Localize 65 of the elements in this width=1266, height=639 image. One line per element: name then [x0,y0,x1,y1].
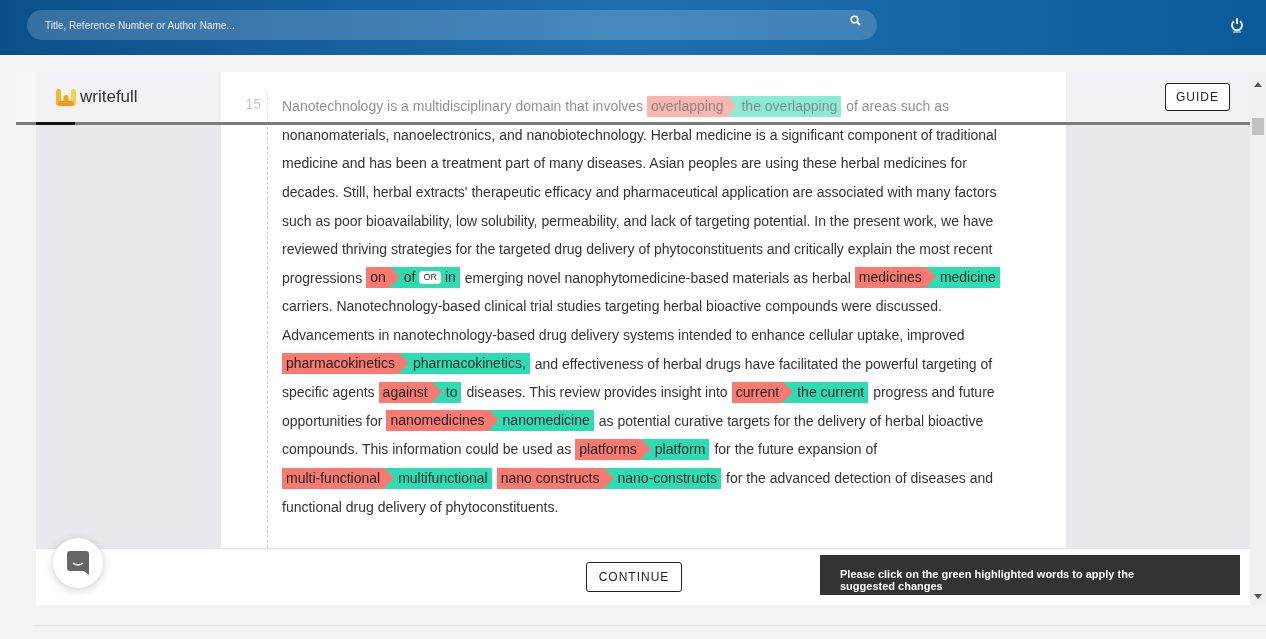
document-text: of areas such as [846,98,949,115]
arrow-icon [384,467,395,488]
document-text: and effectiveness of herbal drugs have facilitated the powerful targeting of [534,355,993,372]
original-word: overlapping [647,95,728,117]
document-text: reviewed thriving strategies for the targeted drug delivery of phytoconstituents and critically explain the most recent [282,241,993,258]
original-word: platforms [575,438,641,460]
suggested-word[interactable]: medicine [925,267,1000,289]
guide-button[interactable]: GUIDE [1165,83,1230,111]
suggested-word[interactable]: the current [783,381,869,403]
document-text: carriers. Nanotechnology-based clinical trial studies targeting herbal bioactive compounds were discussed. [282,298,942,315]
document-text: such as poor bioavailability, low solubility, permeability, and lack of targeting potential. In the present work, we have [282,212,994,229]
original-word: against [378,381,432,403]
original-word: multi-functional [282,467,385,489]
scroll-up-icon[interactable] [1254,82,1262,87]
search-icon[interactable] [850,14,861,26]
original-word: on [366,267,390,289]
arrow-icon [925,267,936,288]
original-word: pharmacokinetics [282,353,399,375]
document-text: diseases. This review provides insight into [466,384,728,401]
document-text: Advancements in nanotechnology-based drug delivery systems intended to enhance cellular uptake, improved [282,327,965,344]
arrow-icon [640,438,651,459]
suggested-word[interactable]: platform [640,438,710,460]
continue-button[interactable]: CONTINUE [585,562,683,592]
original-word: medicines [854,267,926,289]
logo-icon [56,87,76,107]
scroll-down-icon[interactable] [1254,594,1262,599]
suggested-word[interactable]: of [403,267,416,289]
document-text: progressions [282,269,363,286]
suggested-word[interactable]: nanomedicine [488,410,594,432]
document-text: opportunities for [282,412,383,429]
suggested-word[interactable]: to [431,381,462,403]
scrollbar-thumb[interactable] [1252,118,1264,135]
document-text: functional drug delivery of phytoconstituents. [282,498,559,515]
document-text: decades. Still, herbal extracts' therapeutic efficacy and pharmaceutical application are associated with many factors [282,184,997,201]
document-text: progress and future [873,384,995,401]
document-text: for the future expansion of [714,441,878,458]
arrow-icon [488,410,499,431]
document-text: compounds. This information could be used as [282,441,572,458]
arrow-icon [727,95,738,116]
arrow-icon [389,267,400,288]
tab-indicator [36,122,75,125]
search-field[interactable]: Title, Reference Number or Author Name... [27,10,877,40]
arrow-icon [783,381,794,402]
document-text: medicine and has been a treatment part of many diseases. Asian peoples are using these herbal medicines for [282,155,967,172]
original-word: nano constructs [496,467,604,489]
suggested-word[interactable]: nano-constructs [603,467,722,489]
document-text: emerging novel nanophytomedicine-based materials as herbal [464,269,851,286]
original-word: nanomedicines [386,410,489,432]
chat-icon [67,551,89,575]
toast-message: Please click on the green highlighted words to apply the suggested changes [820,555,1240,595]
or-badge: OR [419,271,441,285]
document-text: nonanomaterials, nanoelectronics, and nanobiotechnology. Herbal medicine is a significant component of traditional [282,126,997,143]
suggested-word[interactable]: pharmacokinetics, [398,353,530,375]
document-text: Nanotechnology is a multidisciplinary domain that involves [282,98,644,115]
document-text: for the advanced detection of diseases and [726,470,994,486]
power-icon[interactable] [1230,17,1244,33]
suggested-word[interactable]: in [444,267,456,289]
original-word: current [731,381,784,403]
search-input[interactable]: Title, Reference Number or Author Name... [43,18,850,32]
suggested-word[interactable]: multifunctional [384,467,492,489]
logo-text: writefull [80,87,138,107]
arrow-icon [603,467,614,488]
line-number: 15 [245,96,261,114]
document-text: specific agents [282,384,375,401]
document-text: as potential curative targets for the delivery of herbal bioactive [598,412,984,429]
